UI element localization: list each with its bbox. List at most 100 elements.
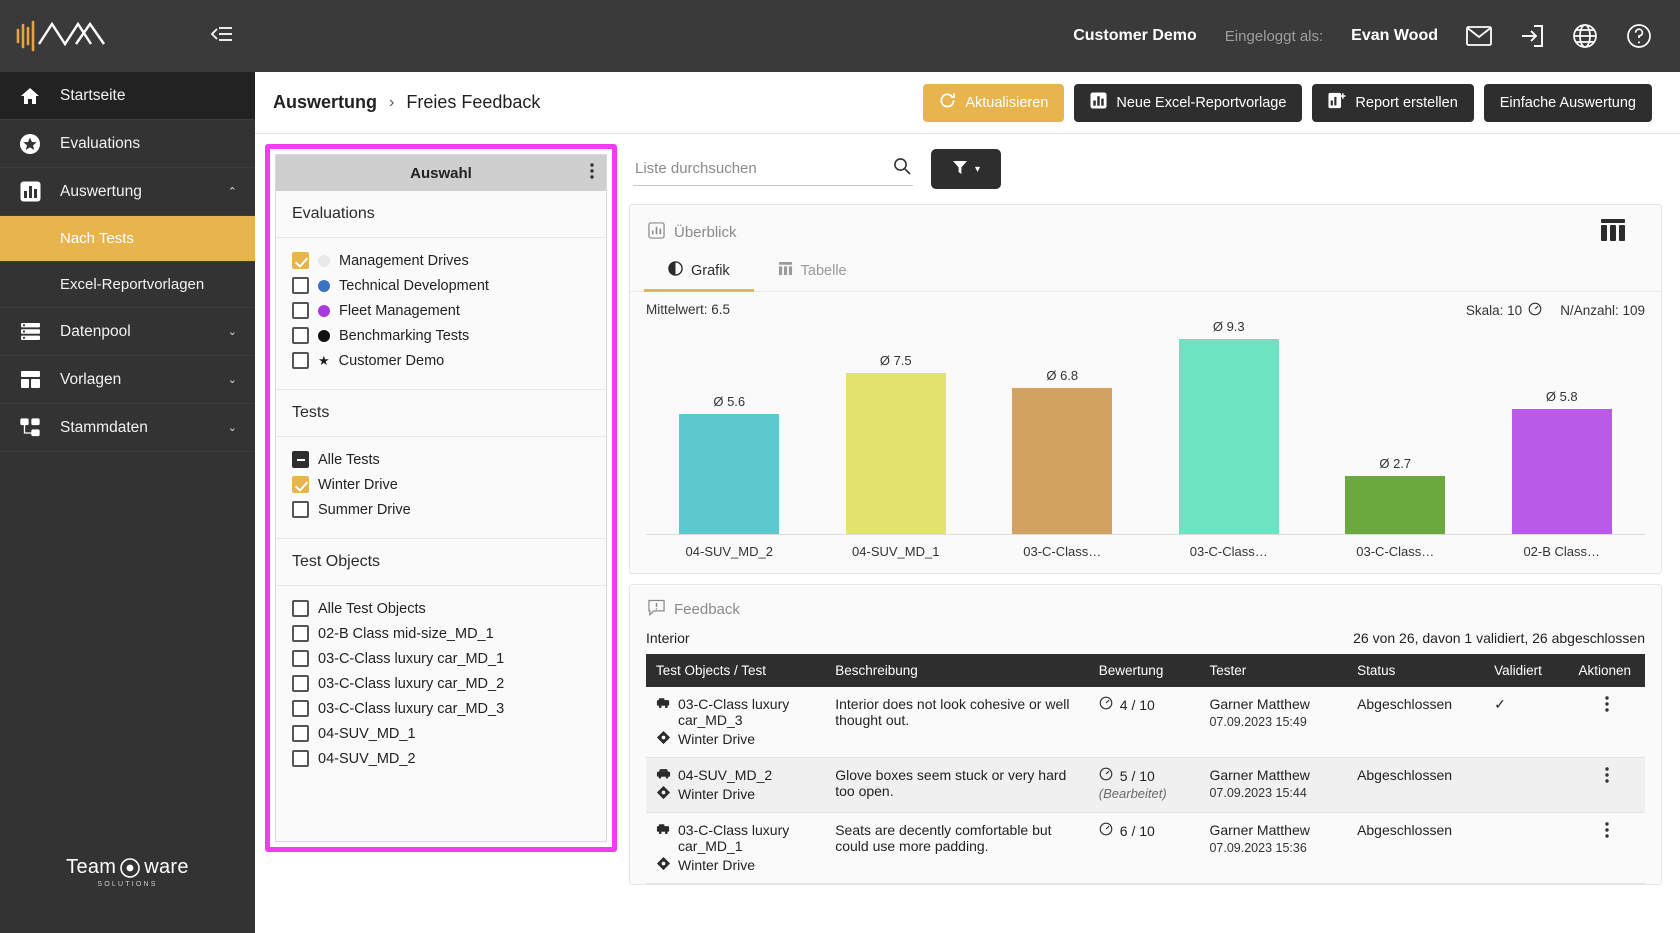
filter-button[interactable]: ▾ (931, 149, 1001, 189)
sidebar-subitem-label: Excel-Reportvorlagen (60, 276, 205, 293)
bar[interactable] (845, 372, 946, 534)
checkbox-icon[interactable] (292, 252, 309, 269)
bar[interactable] (1178, 339, 1279, 534)
option-test-object-2[interactable]: 03-C-Class luxury car_MD_1 (276, 646, 606, 671)
search-icon[interactable] (893, 157, 911, 180)
option-customer-demo[interactable]: ★ Customer Demo (276, 348, 606, 373)
sidebar-item-evaluations[interactable]: Evaluations (0, 120, 255, 168)
new-excel-template-button[interactable]: Neue Excel-Reportvorlage (1074, 83, 1303, 122)
row-actions-button[interactable] (1568, 687, 1645, 758)
sidebar-item-datenpool[interactable]: Datenpool ⌄ (0, 308, 255, 356)
tab-grafik[interactable]: Grafik (644, 251, 754, 292)
search-box[interactable] (633, 152, 913, 186)
sidebar-item-label: Stammdaten (60, 418, 148, 436)
cell-test-object: 04-SUV_MD_2 Winter Drive (646, 758, 825, 813)
color-dot-icon (318, 254, 330, 267)
bar-column[interactable]: Ø 6.8 (979, 319, 1146, 534)
bar[interactable] (1511, 409, 1612, 534)
create-report-button[interactable]: Report erstellen (1312, 83, 1474, 122)
globe-icon[interactable] (1572, 23, 1598, 49)
checkbox-icon[interactable] (292, 600, 309, 617)
option-management-drives[interactable]: Management Drives (276, 248, 606, 273)
row-actions-button[interactable] (1568, 758, 1645, 813)
checkbox-icon[interactable] (292, 725, 309, 742)
row-actions-button[interactable] (1568, 813, 1645, 884)
bar-column[interactable]: Ø 9.3 (1146, 319, 1313, 534)
checkbox-icon[interactable] (292, 277, 309, 294)
search-input[interactable] (635, 160, 893, 177)
simple-evaluation-button[interactable]: Einfache Auswertung (1483, 83, 1652, 122)
refresh-button[interactable]: Aktualisieren (923, 83, 1065, 122)
option-test-object-4[interactable]: 03-C-Class luxury car_MD_3 (276, 696, 606, 721)
gauge-icon (1528, 302, 1542, 319)
option-test-object-6[interactable]: 04-SUV_MD_2 (276, 746, 606, 771)
option-test-object-5[interactable]: 04-SUV_MD_1 (276, 721, 606, 746)
bar-column[interactable]: Ø 5.6 (646, 319, 813, 534)
chevron-up-icon[interactable]: ⌃ (228, 185, 237, 198)
bar-chart-icon (18, 181, 42, 202)
option-summer-drive[interactable]: Summer Drive (276, 497, 606, 522)
checkbox-icon[interactable] (292, 302, 309, 319)
checkbox-icon[interactable] (292, 700, 309, 717)
bar-value-label: Ø 5.6 (713, 393, 746, 409)
option-alle-test-objects[interactable]: Alle Test Objects (276, 596, 606, 621)
sidebar-item-auswertung[interactable]: Auswertung ⌃ (0, 168, 255, 216)
sidebar-subitem-nach-tests[interactable]: Nach Tests (0, 216, 255, 262)
checkbox-icon[interactable] (292, 352, 309, 369)
tab-tabelle[interactable]: Tabelle (754, 251, 871, 292)
cell-validated (1484, 758, 1568, 813)
table-row[interactable]: 04-SUV_MD_2 Winter Drive Glove boxes see… (646, 757, 1645, 813)
x-tick-label: 04-SUV_MD_1 (852, 544, 940, 559)
chevron-down-icon[interactable]: ⌄ (228, 373, 237, 386)
bar-chart: Ø 5.6 Ø 7.5 Ø 6.8 Ø 9.3 Ø 2.7 Ø 5.8 (646, 319, 1645, 535)
bar-column[interactable]: Ø 2.7 (1312, 319, 1479, 534)
table-row[interactable]: 03-C-Class luxury car_MD_1 Winter Drive (646, 813, 1645, 884)
more-vertical-icon[interactable] (590, 163, 594, 183)
option-test-object-1[interactable]: 02-B Class mid-size_MD_1 (276, 621, 606, 646)
sidebar-item-vorlagen[interactable]: Vorlagen ⌄ (0, 356, 255, 404)
tester-name: Garner Matthew (1209, 767, 1310, 783)
gear-icon (120, 858, 141, 878)
checkbox-icon[interactable] (292, 675, 309, 692)
option-test-object-3[interactable]: 03-C-Class luxury car_MD_2 (276, 671, 606, 696)
checkbox-icon[interactable] (292, 451, 309, 468)
checkbox-icon[interactable] (292, 750, 309, 767)
bar[interactable] (1345, 475, 1446, 534)
option-alle-tests[interactable]: Alle Tests (276, 447, 606, 472)
breadcrumb-parent[interactable]: Auswertung (273, 92, 377, 113)
feedback-group-label: Interior (646, 630, 690, 646)
chevron-down-icon[interactable]: ⌄ (228, 421, 237, 434)
bar[interactable] (1012, 387, 1113, 534)
logout-icon[interactable] (1520, 24, 1544, 48)
checkbox-icon[interactable] (292, 625, 309, 642)
table-columns-icon[interactable] (1601, 219, 1643, 245)
feedback-icon (648, 599, 665, 620)
bar-column[interactable]: Ø 7.5 (813, 319, 980, 534)
sidebar-item-startseite[interactable]: Startseite (0, 72, 255, 120)
checkbox-icon[interactable] (292, 501, 309, 518)
option-fleet-management[interactable]: Fleet Management (276, 298, 606, 323)
diamond-icon (656, 785, 671, 803)
table-row[interactable]: 03-C-Class luxury car_MD_3 Winter Drive (646, 687, 1645, 758)
option-technical-development[interactable]: Technical Development (276, 273, 606, 298)
chevron-down-icon[interactable]: ⌄ (228, 325, 237, 338)
sidebar-item-stammdaten[interactable]: Stammdaten ⌄ (0, 404, 255, 452)
option-label: Fleet Management (339, 302, 460, 319)
bar[interactable] (679, 413, 780, 534)
option-label: 03-C-Class luxury car_MD_2 (318, 675, 505, 692)
brand-right: ware (144, 856, 189, 879)
sidebar-subitem-excel-reportvorlagen[interactable]: Excel-Reportvorlagen (0, 262, 255, 308)
checkbox-icon[interactable] (292, 650, 309, 667)
option-winter-drive[interactable]: Winter Drive (276, 472, 606, 497)
help-icon[interactable] (1626, 23, 1652, 49)
checkbox-icon[interactable] (292, 476, 309, 493)
bar-column[interactable]: Ø 5.8 (1479, 319, 1646, 534)
collapse-sidebar-icon[interactable] (210, 24, 233, 49)
feedback-title: Feedback (674, 601, 740, 618)
mail-icon[interactable] (1466, 25, 1492, 47)
color-dot-icon (318, 279, 330, 292)
feedback-subheader: Interior 26 von 26, davon 1 validiert, 2… (630, 624, 1661, 654)
col-tester: Tester (1199, 654, 1348, 687)
option-benchmarking-tests[interactable]: Benchmarking Tests (276, 323, 606, 348)
checkbox-icon[interactable] (292, 327, 309, 344)
